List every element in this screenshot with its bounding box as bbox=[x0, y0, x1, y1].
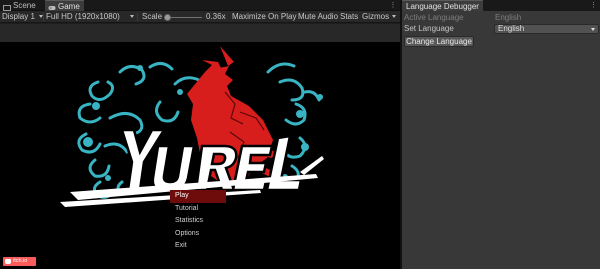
scale-value: 0.36x bbox=[206, 12, 226, 21]
gamepad-icon bbox=[48, 3, 56, 10]
game-viewport[interactable]: Play Tutorial Statistics Options Exit it… bbox=[0, 42, 400, 269]
stats-toggle[interactable]: Stats bbox=[340, 11, 358, 23]
scene-icon bbox=[3, 3, 11, 11]
tab-language-debugger[interactable]: Language Debugger bbox=[402, 0, 483, 11]
mute-audio-toggle[interactable]: Mute Audio bbox=[298, 11, 338, 23]
scale-slider-track[interactable] bbox=[168, 16, 202, 18]
active-language-value: English bbox=[495, 13, 522, 22]
display-label: Display 1 bbox=[2, 12, 35, 21]
itch-badge-label: itch.io bbox=[13, 258, 28, 264]
chevron-down-icon bbox=[591, 28, 595, 31]
menu-item-exit[interactable]: Exit bbox=[170, 240, 226, 253]
debugger-tab-bar: Language Debugger ⋮ bbox=[402, 0, 600, 11]
maximize-on-play-toggle[interactable]: Maximize On Play bbox=[232, 11, 296, 23]
tab-scene-label: Scene bbox=[13, 1, 36, 10]
toolbar-divider bbox=[137, 13, 138, 21]
toolbar-divider bbox=[43, 13, 44, 21]
game-view-info-bar bbox=[0, 24, 400, 42]
tab-scene[interactable]: Scene bbox=[0, 0, 40, 11]
tab-game[interactable]: Game bbox=[45, 0, 84, 11]
menu-item-play[interactable]: Play bbox=[170, 190, 226, 203]
itch-logo-icon bbox=[5, 259, 11, 264]
scale-label: Scale bbox=[142, 12, 163, 21]
itch-io-badge[interactable]: itch.io bbox=[3, 257, 36, 266]
menu-item-options[interactable]: Options bbox=[170, 228, 226, 241]
menu-item-tutorial[interactable]: Tutorial bbox=[170, 203, 226, 216]
game-toolbar: Display 1 Full HD (1920x1080) Scale 0.36… bbox=[0, 11, 400, 23]
menu-item-statistics[interactable]: Statistics bbox=[170, 215, 226, 228]
kebab-menu-icon[interactable]: ⋮ bbox=[389, 1, 397, 10]
chevron-down-icon bbox=[392, 15, 397, 19]
display-dropdown[interactable]: Display 1 bbox=[2, 11, 43, 23]
set-language-label: Set Language bbox=[404, 24, 454, 33]
main-menu: Play Tutorial Statistics Options Exit bbox=[170, 190, 226, 253]
game-panel: Scene Game ⋮ Display 1 Full HD (1920x108… bbox=[0, 0, 400, 269]
gizmos-label: Gizmos bbox=[362, 12, 390, 21]
change-language-button[interactable]: Change Language bbox=[404, 36, 474, 47]
gizmos-dropdown[interactable]: Gizmos bbox=[362, 11, 397, 23]
resolution-label: Full HD (1920x1080) bbox=[46, 12, 120, 21]
language-debugger-panel: Language Debugger ⋮ Active Language Engl… bbox=[402, 0, 600, 269]
kebab-menu-icon[interactable]: ⋮ bbox=[590, 1, 597, 10]
set-language-dropdown[interactable]: English bbox=[494, 24, 599, 34]
active-language-label: Active Language bbox=[404, 13, 464, 22]
tab-game-label: Game bbox=[58, 1, 80, 11]
chevron-down-icon bbox=[129, 15, 134, 19]
scale-slider-handle[interactable] bbox=[164, 13, 171, 21]
set-language-value: English bbox=[498, 24, 525, 33]
resolution-dropdown[interactable]: Full HD (1920x1080) bbox=[46, 11, 134, 23]
editor-tab-bar: Scene Game ⋮ bbox=[0, 0, 400, 11]
